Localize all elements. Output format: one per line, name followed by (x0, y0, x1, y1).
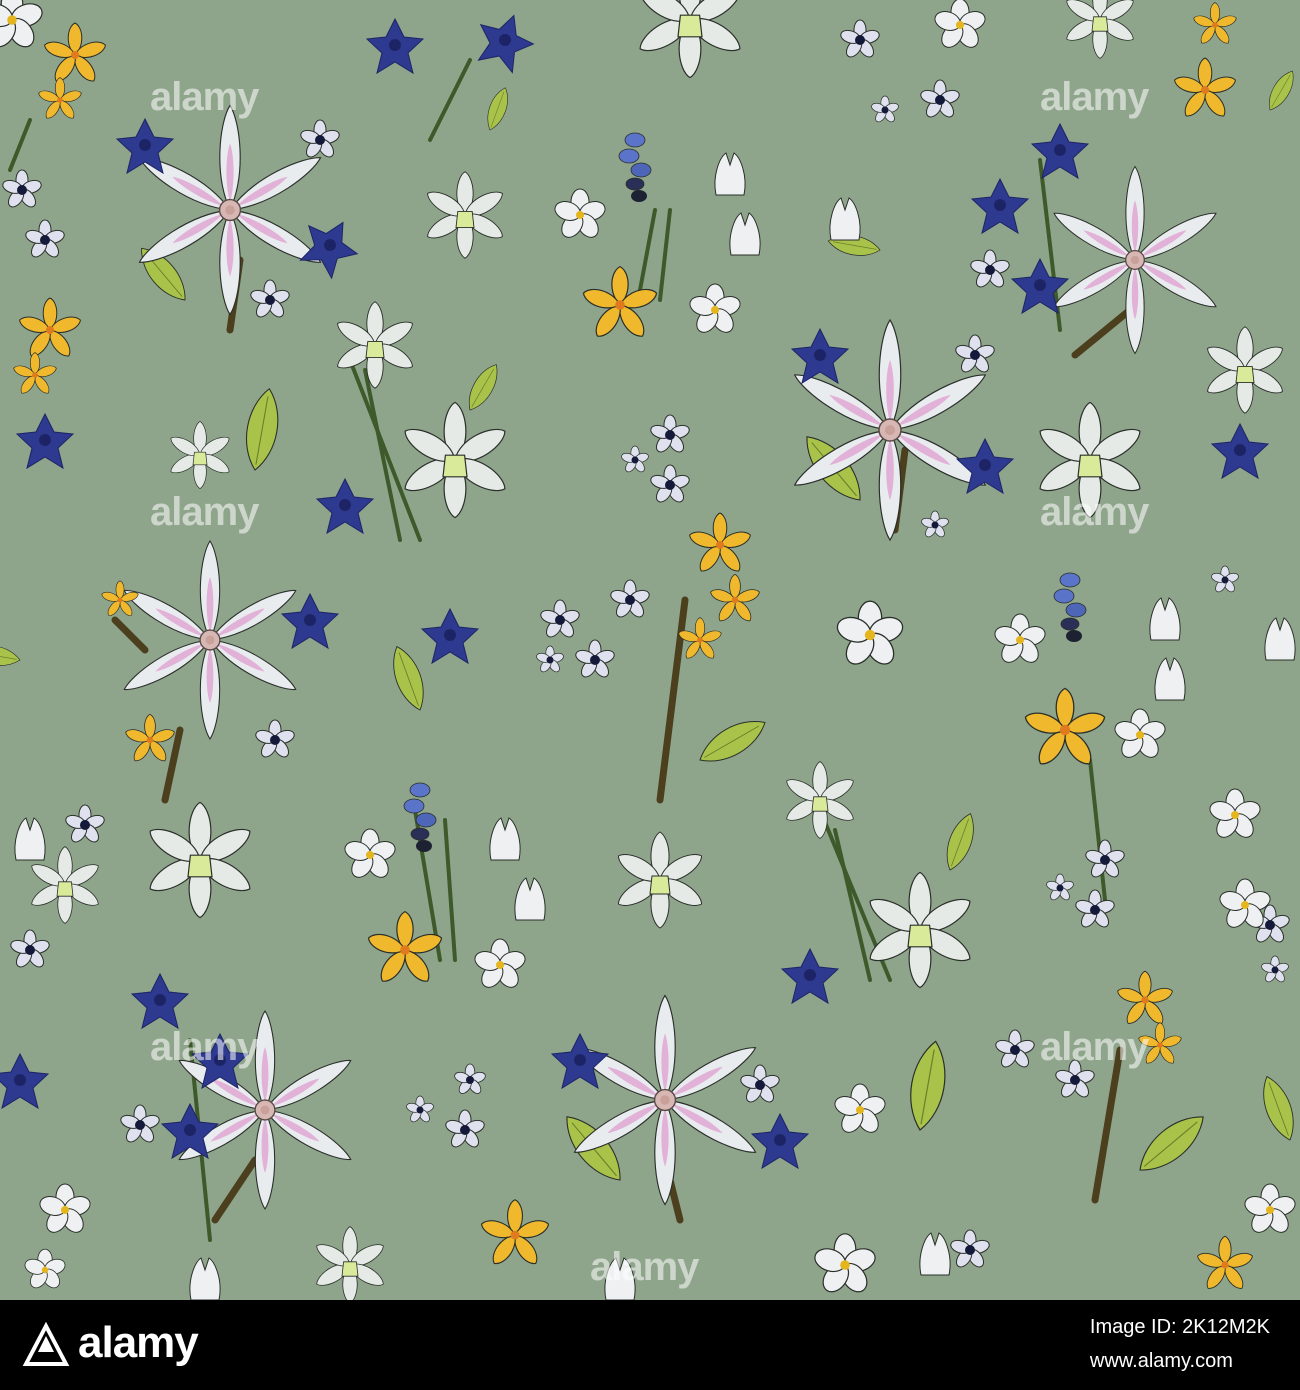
footer-brand: alamy (78, 1318, 199, 1367)
stock-image-page: alamy alamy alamy alamy alamy alamy alam… (0, 0, 1300, 1390)
floral-pattern-image (0, 0, 1300, 1300)
footer-bar: alamy Image ID: 2K12M2K www.alamy.com (0, 1300, 1300, 1390)
image-id-text: Image ID: 2K12M2K (1089, 1316, 1270, 1338)
alamy-logo-icon (22, 1322, 70, 1366)
website-link[interactable]: www.alamy.com (1090, 1344, 1270, 1378)
footer-meta: Image ID: 2K12M2K www.alamy.com (1090, 1310, 1270, 1378)
